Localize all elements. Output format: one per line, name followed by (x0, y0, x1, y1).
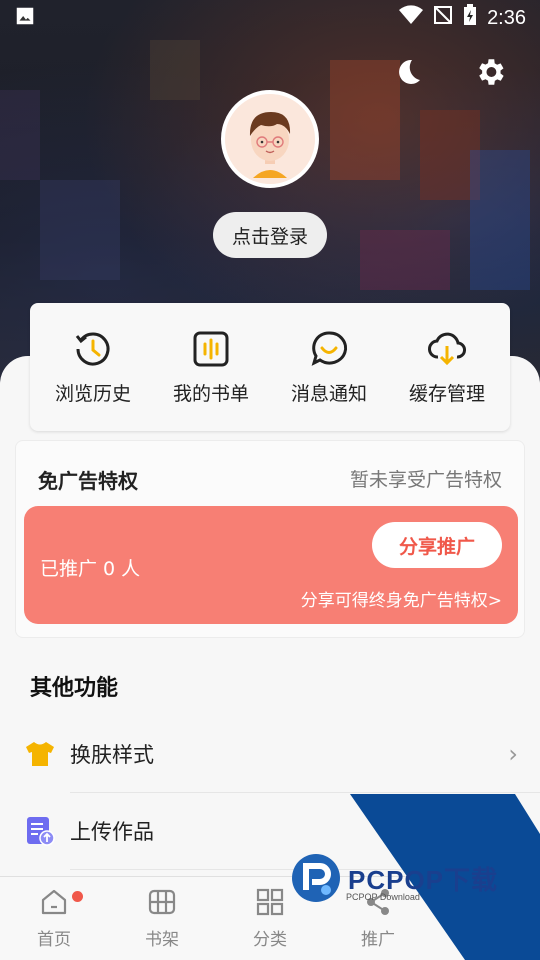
quick-item-label: 浏览历史 (54, 382, 131, 405)
login-button[interactable]: 点击登录 (213, 212, 327, 258)
home-icon (39, 887, 69, 921)
other-functions-title: 其他功能 (30, 676, 119, 701)
notification-dot (72, 891, 83, 902)
category-grid-icon (255, 887, 285, 921)
share-promote-button[interactable]: 分享推广 (372, 522, 502, 568)
promoted-count: 已推广 0 人 (40, 558, 141, 580)
watermark-sub: PCPOP Download (346, 892, 420, 902)
promotion-banner: 已推广 0 人 分享推广 分享可得终身免广告特权> (24, 506, 518, 624)
book-list-icon (191, 329, 231, 369)
quick-item-messages[interactable]: 消息通知 (274, 329, 384, 406)
clock-time: 2:36 (487, 6, 526, 29)
share-tip-link[interactable]: 分享可得终身免广告特权> (301, 586, 502, 611)
cloud-download-icon (427, 329, 467, 369)
quick-item-cache[interactable]: 缓存管理 (392, 329, 502, 406)
history-icon (73, 329, 113, 369)
ad-free-status: 暂未享受广告特权 (349, 469, 502, 491)
nav-home[interactable]: 首页 (0, 877, 108, 960)
avatar[interactable] (221, 90, 319, 188)
moon-icon[interactable] (388, 52, 428, 92)
upload-works-label: 上传作品 (70, 820, 154, 844)
quick-item-label: 缓存管理 (408, 382, 485, 405)
ad-free-title: 免广告特权 (38, 469, 138, 493)
status-bar: 2:36 (0, 0, 540, 36)
wifi-icon (399, 5, 424, 31)
image-notification-icon (14, 5, 36, 31)
quick-item-label: 我的书单 (172, 382, 249, 405)
tshirt-icon (24, 738, 56, 770)
no-signal-icon (433, 5, 453, 31)
skin-style-row[interactable]: 换肤样式 › (0, 716, 540, 792)
quick-item-label: 消息通知 (290, 382, 367, 405)
skin-style-label: 换肤样式 (70, 743, 154, 767)
nav-label: 首页 (37, 930, 71, 950)
quick-menu-card: 浏览历史 我的书单 消息通知 缓存管理 (30, 303, 510, 431)
watermark-brand: PCPOP下载 (348, 864, 499, 895)
pcpop-logo-icon (292, 854, 340, 902)
ad-free-card: 免广告特权 暂未享受广告特权 已推广 0 人 分享推广 分享可得终身免广告特权> (15, 440, 525, 638)
message-icon (309, 329, 349, 369)
quick-item-booklist[interactable]: 我的书单 (156, 329, 266, 406)
chevron-right-icon: › (508, 740, 518, 768)
nav-label: 书架 (145, 930, 179, 950)
gear-icon[interactable] (470, 52, 510, 92)
upload-document-icon (24, 815, 56, 847)
nav-label: 分类 (253, 930, 287, 950)
bookshelf-icon (147, 887, 177, 921)
nav-bookshelf[interactable]: 书架 (108, 877, 216, 960)
battery-charging-icon (463, 4, 477, 32)
quick-item-history[interactable]: 浏览历史 (38, 329, 148, 406)
